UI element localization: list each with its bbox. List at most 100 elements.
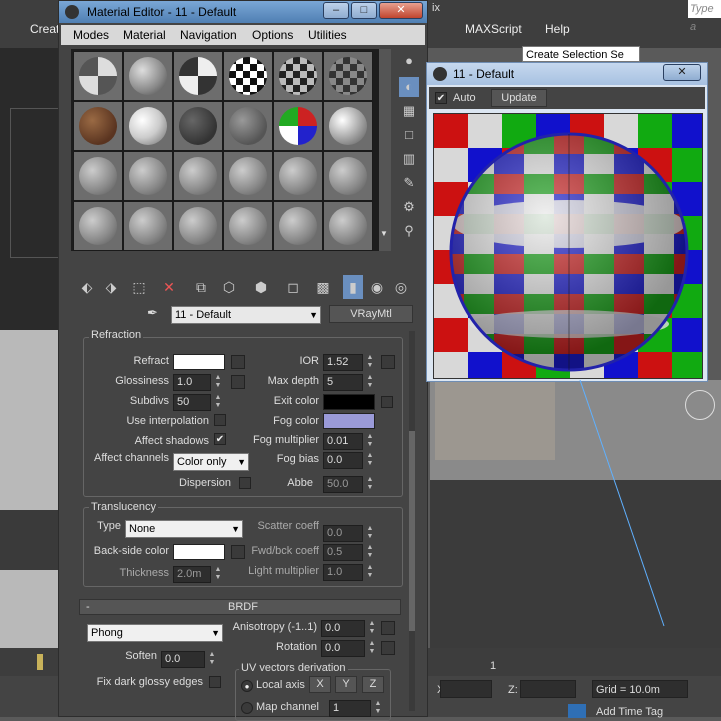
dispersion-checkbox[interactable] — [239, 477, 251, 489]
use-interpolation-checkbox[interactable] — [214, 414, 226, 426]
get-material-icon[interactable]: ⬖ — [77, 275, 97, 299]
sample-slot[interactable] — [273, 201, 323, 251]
preview-titlebar[interactable]: 11 - Default ✕ — [427, 63, 707, 85]
menu-options[interactable]: Options — [252, 28, 293, 42]
timeline-slider[interactable] — [37, 654, 43, 670]
soften-field[interactable]: 0.0 — [161, 651, 205, 668]
scatter-coeff-field[interactable]: 0.0 — [323, 525, 363, 542]
params-scroll-thumb[interactable] — [409, 431, 415, 631]
sample-slot[interactable] — [73, 101, 123, 151]
glossiness-spinner[interactable]: ▲ ▼ — [213, 374, 223, 391]
material-id-icon[interactable]: ⬢ — [251, 275, 271, 299]
fix-dark-glossy-checkbox[interactable] — [209, 676, 221, 688]
fog-color-swatch[interactable] — [323, 413, 375, 429]
maximize-button[interactable]: □ — [351, 2, 377, 19]
refract-color-swatch[interactable] — [173, 354, 225, 370]
make-preview-icon[interactable]: ✎ — [399, 173, 419, 193]
material-type-button[interactable]: VRayMtl — [329, 305, 413, 323]
exit-color-swatch[interactable] — [323, 394, 375, 410]
max-depth-spinner[interactable]: ▲ ▼ — [365, 374, 375, 391]
add-time-tag[interactable]: Add Time Tag — [596, 706, 663, 718]
brdf-type-dropdown[interactable]: Phong ▼ — [87, 624, 223, 642]
ior-map-button[interactable] — [381, 355, 395, 369]
menu-material[interactable]: Material — [123, 28, 166, 42]
menu-utilities[interactable]: Utilities — [308, 28, 347, 42]
sample-slot[interactable] — [173, 101, 223, 151]
sample-slot[interactable] — [73, 151, 123, 201]
axis-z-button[interactable]: Z — [362, 676, 384, 693]
rotation-map-button[interactable] — [381, 641, 395, 655]
reset-map-icon[interactable]: ✕ — [159, 275, 179, 299]
viewcube-icon[interactable] — [685, 390, 715, 420]
z-coord-field[interactable] — [520, 680, 576, 698]
anisotropy-map-button[interactable] — [381, 621, 395, 635]
sample-slot[interactable] — [223, 201, 273, 251]
sample-slot[interactable] — [173, 51, 223, 101]
sample-slot[interactable] — [323, 151, 373, 201]
sample-slot[interactable] — [323, 201, 373, 251]
rotation-spinner[interactable]: ▲ ▼ — [367, 640, 377, 657]
menu-modes[interactable]: Modes — [73, 28, 109, 42]
sample-slot[interactable] — [273, 101, 323, 151]
glossiness-map-button[interactable] — [231, 375, 245, 389]
selection-set-dropdown[interactable]: Create Selection Se — [522, 46, 640, 62]
sample-slot[interactable] — [123, 101, 173, 151]
brdf-rollout-header[interactable]: - BRDF — [79, 599, 401, 615]
anisotropy-field[interactable]: 0.0 — [321, 620, 365, 637]
max-depth-field[interactable]: 5 — [323, 374, 363, 391]
sample-slot[interactable] — [173, 201, 223, 251]
light-multiplier-field[interactable]: 1.0 — [323, 564, 363, 581]
eyedropper-icon[interactable]: ✒ — [147, 305, 161, 321]
key-icon[interactable] — [568, 704, 586, 718]
fwd-bck-coeff-spinner[interactable]: ▲ ▼ — [365, 544, 375, 561]
sample-slot[interactable] — [273, 51, 323, 101]
fog-bias-field[interactable]: 0.0 — [323, 452, 363, 469]
affect-shadows-checkbox[interactable]: ✔ — [214, 433, 226, 445]
put-material-icon[interactable]: ⬗ — [101, 275, 121, 299]
backlight-icon[interactable]: ◐ — [399, 77, 419, 97]
soften-spinner[interactable]: ▲ ▼ — [207, 651, 217, 668]
sample-slot[interactable] — [73, 201, 123, 251]
subdivs-spinner[interactable]: ▲ ▼ — [213, 394, 223, 411]
slot-scrollbar[interactable]: ▼ — [379, 49, 391, 251]
sample-slot[interactable] — [273, 151, 323, 201]
options-icon[interactable]: ⚙ — [399, 197, 419, 217]
go-forward-sibling-icon[interactable]: ◉ — [367, 275, 387, 299]
map-channel-field[interactable]: 1 — [329, 700, 371, 717]
close-button[interactable]: ✕ — [379, 2, 423, 19]
rotation-field[interactable]: 0.0 — [321, 640, 365, 657]
sample-slot[interactable] — [323, 51, 373, 101]
refract-map-button[interactable] — [231, 355, 245, 369]
video-color-check-icon[interactable]: ▥ — [399, 149, 419, 169]
fwd-bck-coeff-field[interactable]: 0.5 — [323, 544, 363, 561]
affect-channels-dropdown[interactable]: Color only ▼ — [173, 453, 249, 471]
back-side-map-button[interactable] — [231, 545, 245, 559]
abbe-spinner[interactable]: ▲ ▼ — [365, 476, 375, 493]
sample-slot[interactable] — [123, 51, 173, 101]
glossiness-field[interactable]: 1.0 — [173, 374, 211, 391]
update-button[interactable]: Update — [491, 89, 547, 107]
pick-material-icon[interactable]: ◎ — [391, 275, 411, 299]
scatter-coeff-spinner[interactable]: ▲ ▼ — [365, 525, 375, 542]
back-side-color-swatch[interactable] — [173, 544, 225, 560]
scroll-down-icon[interactable]: ▼ — [380, 229, 390, 241]
ior-spinner[interactable]: ▲ ▼ — [365, 354, 375, 371]
thickness-spinner[interactable]: ▲ ▼ — [213, 566, 223, 583]
background-icon[interactable]: ▦ — [399, 101, 419, 121]
show-map-icon[interactable]: ◻ — [283, 275, 303, 299]
material-editor-titlebar[interactable]: Material Editor - 11 - Default – □ ✕ — [59, 1, 427, 23]
put-to-library-icon[interactable]: ⬡ — [219, 275, 239, 299]
sample-slot[interactable] — [323, 101, 373, 151]
search-input[interactable]: Type a — [688, 0, 721, 33]
sample-slot[interactable] — [223, 51, 273, 101]
params-scrollbar[interactable] — [409, 331, 415, 711]
ior-field[interactable]: 1.52 — [323, 354, 363, 371]
abbe-field[interactable]: 50.0 — [323, 476, 363, 493]
translucency-type-dropdown[interactable]: None ▼ — [125, 520, 243, 538]
auto-checkbox[interactable]: ✔ — [435, 92, 447, 104]
anisotropy-spinner[interactable]: ▲ ▼ — [367, 620, 377, 637]
assign-material-icon[interactable]: ⬚ — [129, 275, 149, 299]
menu-help[interactable]: Help — [545, 22, 570, 36]
thickness-field[interactable]: 2.0m — [173, 566, 211, 583]
exit-color-checkbox[interactable] — [381, 396, 393, 408]
